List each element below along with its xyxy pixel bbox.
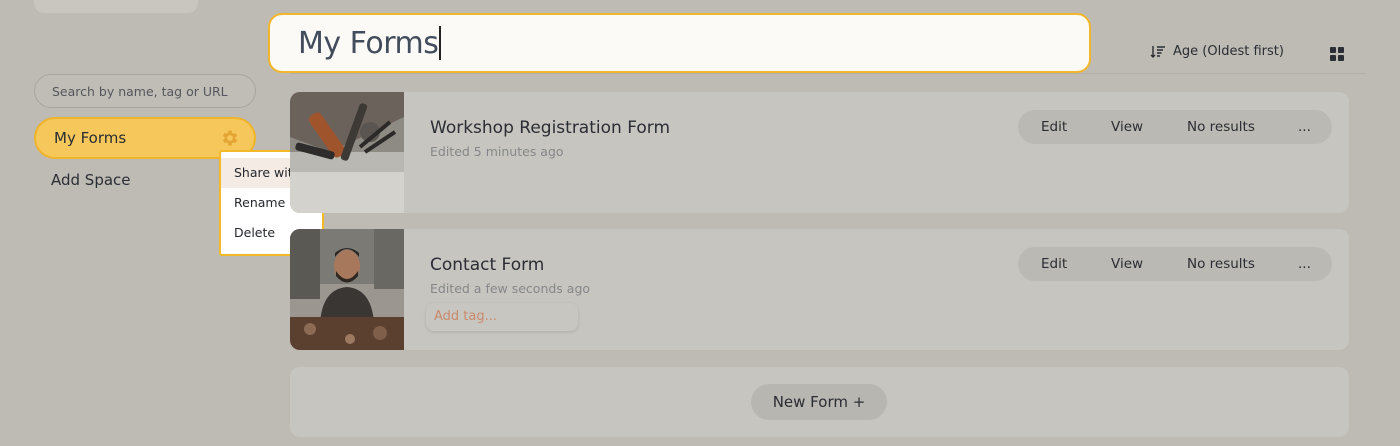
results-button[interactable]: No results: [1187, 256, 1255, 272]
search-input[interactable]: [34, 74, 256, 108]
results-button[interactable]: No results: [1187, 119, 1255, 135]
edit-button[interactable]: Edit: [1041, 119, 1067, 135]
form-title[interactable]: Workshop Registration Form: [430, 118, 670, 138]
form-card[interactable]: Contact Form Edited a few seconds ago Ad…: [290, 229, 1349, 350]
add-space-link[interactable]: Add Space: [51, 171, 131, 189]
space-title-input[interactable]: My Forms: [268, 13, 1091, 73]
gear-icon[interactable]: [220, 128, 240, 148]
view-button[interactable]: View: [1111, 256, 1143, 272]
new-form-button[interactable]: New Form +: [751, 384, 887, 420]
sort-dropdown[interactable]: Age (Oldest first): [1150, 44, 1284, 59]
grid-view-icon[interactable]: [1330, 47, 1344, 61]
form-edited-time: Edited 5 minutes ago: [430, 144, 564, 159]
form-thumbnail-person: [290, 229, 404, 350]
form-edited-time: Edited a few seconds ago: [430, 281, 591, 296]
add-tag-input[interactable]: Add tag...: [426, 303, 578, 331]
form-actions: Edit View No results ...: [1018, 247, 1332, 281]
page-title: My Forms: [298, 25, 439, 61]
header-divider: [290, 73, 1366, 74]
view-button[interactable]: View: [1111, 119, 1143, 135]
sort-label: Age (Oldest first): [1173, 44, 1284, 59]
form-thumbnail-tools: [290, 92, 404, 213]
form-actions: Edit View No results ...: [1018, 110, 1332, 144]
form-title[interactable]: Contact Form: [430, 255, 544, 275]
sort-icon: [1150, 45, 1165, 58]
edit-button[interactable]: Edit: [1041, 256, 1067, 272]
new-form-panel: New Form +: [290, 367, 1349, 437]
text-caret: [439, 26, 441, 60]
sidebar-item-label: My Forms: [54, 129, 127, 147]
more-button[interactable]: ...: [1298, 119, 1311, 135]
sidebar-top-stub: [34, 0, 198, 13]
form-card[interactable]: Workshop Registration Form Edited 5 minu…: [290, 92, 1349, 213]
more-button[interactable]: ...: [1298, 256, 1311, 272]
